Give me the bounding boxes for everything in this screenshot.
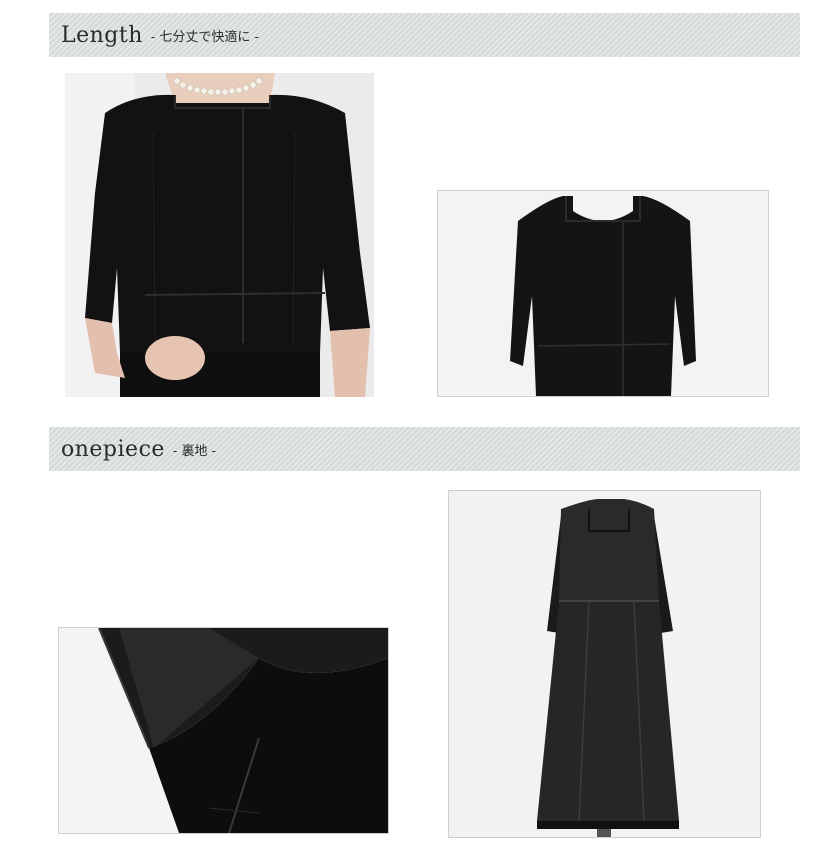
section-subtitle: - 裏地 - — [172, 443, 216, 459]
dress-lining-on-mannequin-photo — [448, 490, 761, 838]
section-title: onepiece — [61, 436, 165, 462]
jacket-on-mannequin-photo — [437, 190, 769, 397]
section-subtitle: - 七分丈で快適に - — [150, 29, 259, 45]
model-jacket-closeup-photo — [65, 73, 374, 397]
section-title: Length — [61, 22, 143, 48]
lining-hem-closeup-photo — [58, 627, 389, 834]
section-header-length: Length - 七分丈で快適に - — [49, 13, 800, 57]
section-header-onepiece: onepiece - 裏地 - — [49, 427, 800, 471]
